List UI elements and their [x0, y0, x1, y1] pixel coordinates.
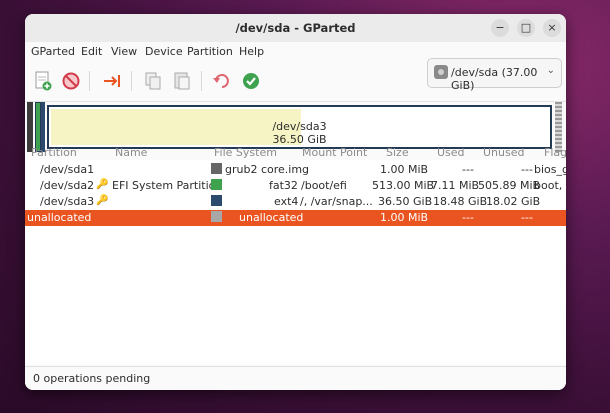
- cell-partition: unallocated: [27, 211, 92, 224]
- toolbar-separator: [131, 71, 132, 91]
- cell-unused: 505.89 MiB: [478, 179, 541, 192]
- disk-icon: [434, 65, 448, 79]
- device-label: /dev/sda (37.00 GiB): [451, 66, 538, 92]
- map-segment-label: /dev/sda3 36.50 GiB: [49, 120, 550, 146]
- cell-used: 7.11 MiB: [431, 179, 480, 192]
- key-icon: 🔑: [96, 179, 109, 190]
- cell-size: 1.00 MiB: [380, 163, 429, 176]
- cell-file-system: fat32: [269, 179, 298, 192]
- col-size[interactable]: Size: [386, 146, 409, 159]
- table-row[interactable]: /dev/sda1 grub2 core.img 1.00 MiB --- --…: [25, 162, 566, 178]
- operations-pending: 0 operations pending: [33, 372, 151, 385]
- table-row[interactable]: /dev/sda3 🔑 ext4 /, /var/snap... 36.50 G…: [25, 194, 566, 210]
- cell-size: 36.50 GiB: [378, 195, 433, 208]
- cell-size: 1.00 MiB: [380, 211, 429, 224]
- cell-unused: 18.02 GiB: [486, 195, 541, 208]
- cell-used: 18.48 GiB: [433, 195, 488, 208]
- cell-name: EFI System Partition: [112, 179, 223, 192]
- col-used[interactable]: Used: [437, 146, 465, 159]
- toolbar-separator: [201, 71, 202, 91]
- table-header: Partition Name File System Mount Point S…: [25, 145, 566, 161]
- status-bar: 0 operations pending: [25, 366, 566, 390]
- cell-flags: boot, e: [534, 179, 566, 192]
- cell-flags: bios_g: [534, 163, 566, 176]
- cell-unused: ---: [521, 163, 533, 176]
- title-bar: /dev/sda - GParted − □ ×: [25, 14, 566, 43]
- cell-partition: /dev/sda3: [40, 195, 95, 208]
- cell-used: ---: [462, 211, 474, 224]
- chevron-down-icon: ⌄: [546, 65, 555, 76]
- col-file-system[interactable]: File System: [214, 146, 277, 159]
- menu-partition[interactable]: Partition: [187, 45, 233, 58]
- delete-partition-icon[interactable]: [60, 70, 82, 92]
- cell-file-system: ext4: [274, 195, 299, 208]
- table-row[interactable]: /dev/sda2 🔑 EFI System Partition fat32 /…: [25, 178, 566, 194]
- new-partition-icon[interactable]: [32, 70, 54, 92]
- map-segment-sda3[interactable]: /dev/sda3 36.50 GiB: [47, 105, 552, 149]
- menu-help[interactable]: Help: [239, 45, 264, 58]
- cell-mount-point: /boot/efi: [301, 179, 347, 192]
- close-icon[interactable]: ×: [543, 19, 561, 37]
- paste-icon[interactable]: [171, 70, 193, 92]
- cell-size: 513.00 MiB: [372, 179, 435, 192]
- toolbar-separator: [89, 71, 90, 91]
- col-unused[interactable]: Unused: [483, 146, 524, 159]
- menu-edit[interactable]: Edit: [81, 45, 102, 58]
- menu-gparted[interactable]: GParted: [31, 45, 75, 58]
- menu-device[interactable]: Device: [145, 45, 183, 58]
- key-icon: 🔑: [96, 195, 109, 206]
- window-title: /dev/sda - GParted: [235, 21, 356, 35]
- fs-color-swatch: [211, 163, 222, 174]
- copy-icon[interactable]: [142, 70, 164, 92]
- undo-icon[interactable]: [211, 70, 233, 92]
- cell-file-system: unallocated: [239, 211, 304, 224]
- cell-partition: /dev/sda1: [40, 163, 95, 176]
- cell-used: ---: [462, 163, 474, 176]
- resize-move-icon[interactable]: [101, 70, 123, 92]
- cell-mount-point: /, /var/snap...: [300, 195, 373, 208]
- table-row-selected[interactable]: unallocated unallocated 1.00 MiB --- ---: [25, 210, 566, 226]
- maximize-icon[interactable]: □: [517, 19, 535, 37]
- fs-color-swatch: [211, 211, 222, 222]
- col-flags[interactable]: Flags: [544, 146, 566, 159]
- fs-color-swatch: [211, 195, 222, 206]
- device-selector[interactable]: /dev/sda (37.00 GiB) ⌄: [427, 58, 562, 92]
- fs-color-swatch: [211, 179, 222, 190]
- apply-icon[interactable]: [240, 70, 262, 92]
- gparted-window: /dev/sda - GParted − □ × GParted Edit Vi…: [25, 14, 566, 390]
- col-name[interactable]: Name: [115, 146, 147, 159]
- map-partition-name: /dev/sda3: [272, 120, 327, 133]
- cell-unused: ---: [521, 211, 533, 224]
- menu-view[interactable]: View: [111, 45, 137, 58]
- minimize-icon[interactable]: −: [491, 19, 509, 37]
- col-mount-point[interactable]: Mount Point: [302, 146, 367, 159]
- cell-file-system: grub2 core.img: [225, 163, 310, 176]
- cell-partition: /dev/sda2: [40, 179, 95, 192]
- col-partition[interactable]: Partition: [31, 146, 77, 159]
